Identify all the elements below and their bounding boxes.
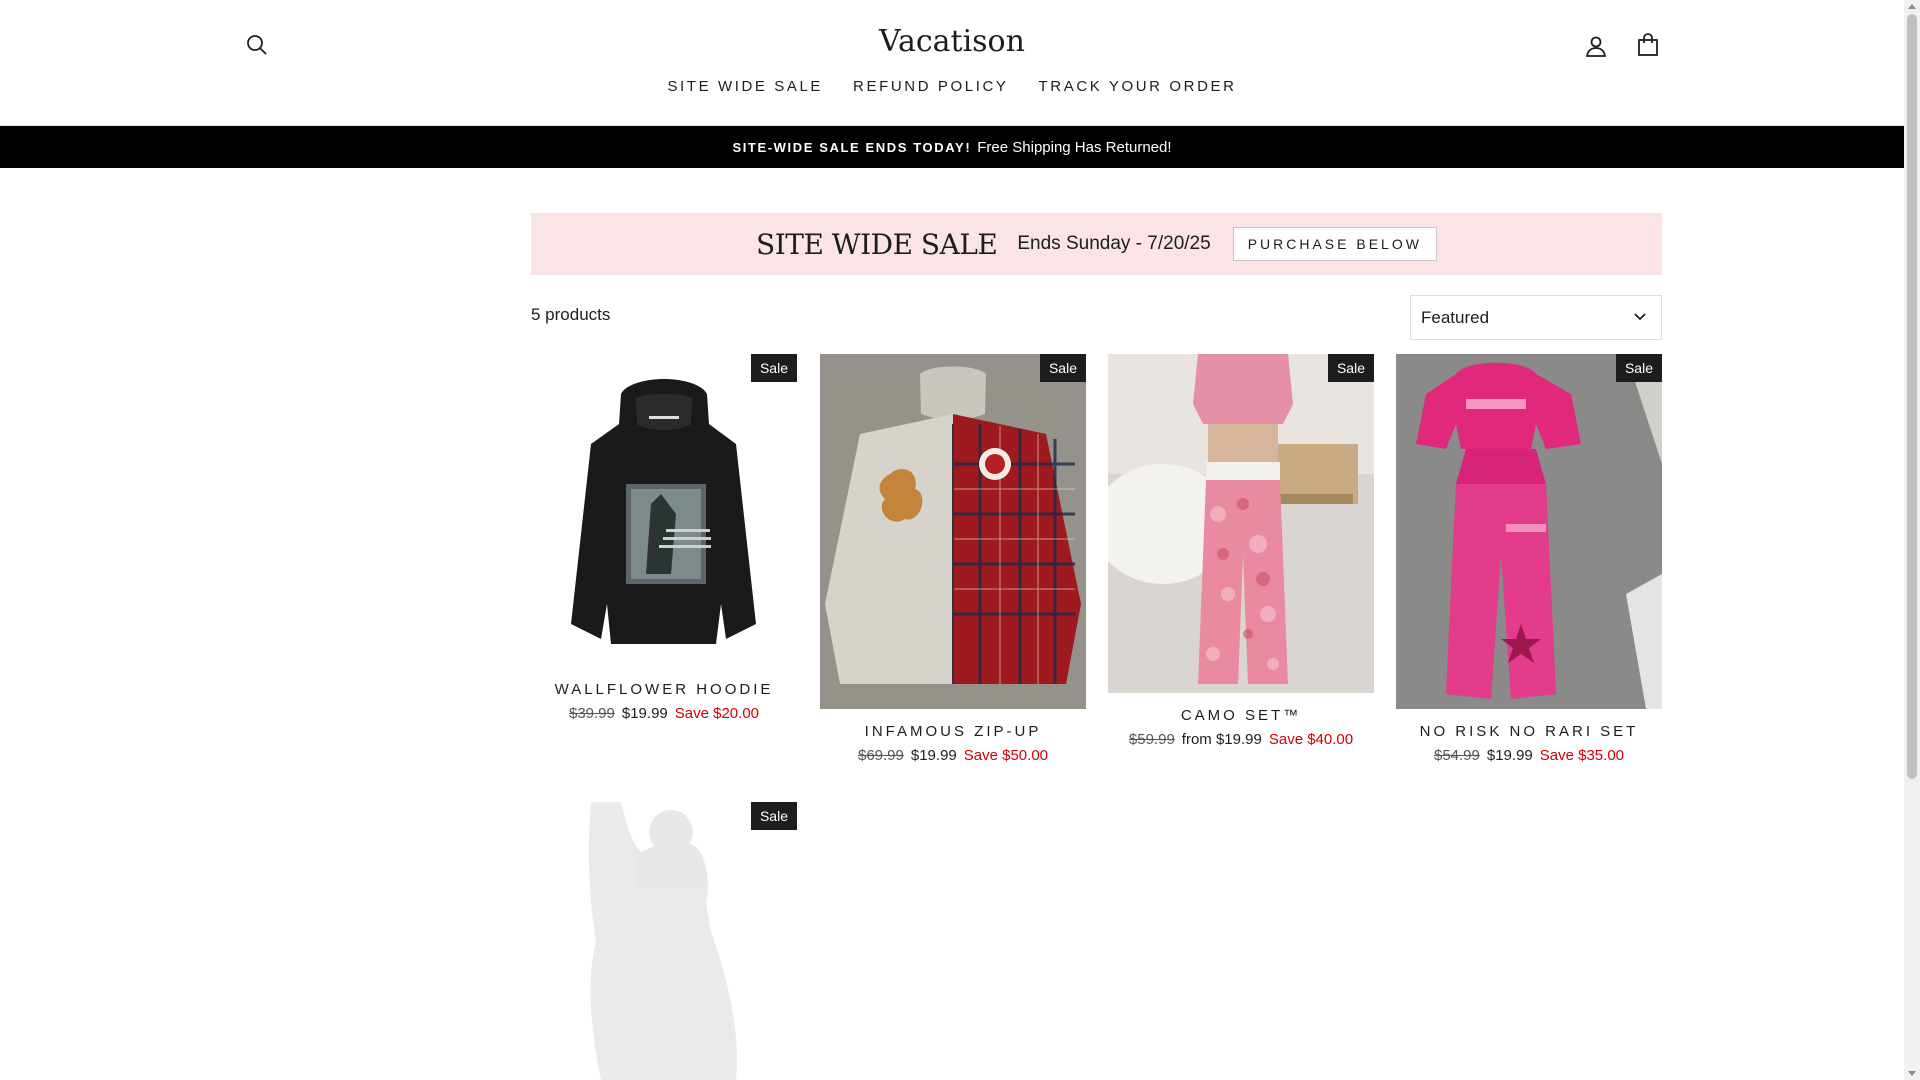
regular-price: $59.99: [1128, 731, 1175, 748]
sale-badge: Sale: [750, 354, 797, 382]
sale-badge: Sale: [1615, 354, 1662, 382]
product-image[interactable]: Sale: [1108, 354, 1374, 693]
product-card[interactable]: Sale INFAMOUS ZIP-UP $69.99 $19.99 Save $5…: [820, 354, 1086, 764]
product-name[interactable]: WALLFLOWER HOODIE: [531, 681, 797, 698]
save-amount: Save $20.00: [674, 705, 760, 722]
product-name[interactable]: NO RISK NO RARI SET: [1396, 723, 1662, 740]
sale-price: from $19.99: [1181, 731, 1262, 748]
product-prices: $54.99 $19.99 Save $35.00: [1396, 747, 1662, 764]
announcement-strong: SITE-WIDE SALE ENDS TODAY!: [732, 139, 972, 155]
cart-icon[interactable]: [1631, 28, 1665, 62]
nav-refund-policy[interactable]: REFUND POLICY: [853, 78, 1009, 95]
product-card[interactable]: Sale WALLFLOWER HOODIE $39.99 $19.99 Save …: [531, 354, 797, 722]
site-logo[interactable]: Vacatison: [0, 24, 1904, 59]
sort-select[interactable]: Featured: [1410, 295, 1662, 340]
scroll-down-arrow-icon[interactable]: [1908, 1071, 1916, 1076]
sale-price: $19.99: [1486, 747, 1533, 764]
product-card[interactable]: Sale: [531, 802, 797, 1080]
product-name[interactable]: INFAMOUS ZIP-UP: [820, 723, 1086, 740]
nav-track-your-order[interactable]: TRACK YOUR ORDER: [1039, 78, 1237, 95]
account-icon[interactable]: [1579, 29, 1613, 63]
main-nav: SITE WIDE SALE REFUND POLICY TRACK YOUR …: [0, 78, 1904, 95]
scrollbar-thumb[interactable]: [1907, 14, 1917, 779]
sale-banner: SITE WIDE SALE Ends Sunday - 7/20/25 PUR…: [531, 213, 1662, 275]
banner-title: SITE WIDE SALE: [756, 227, 998, 261]
site-header: Vacatison SITE WIDE SALE REFUND POLICY T…: [0, 0, 1904, 126]
product-card[interactable]: Sale CAMO SET™ $59.99 from $19.99 Save $40…: [1108, 354, 1374, 748]
product-name[interactable]: CAMO SET™: [1108, 707, 1374, 724]
sale-badge: Sale: [750, 802, 797, 830]
purchase-below-button[interactable]: PURCHASE BELOW: [1232, 227, 1437, 261]
product-image[interactable]: Sale: [1396, 354, 1662, 709]
announcement-text: Free Shipping Has Returned!: [977, 138, 1172, 156]
sale-price: $19.99: [621, 705, 668, 722]
sale-badge: Sale: [1039, 354, 1086, 382]
regular-price: $69.99: [857, 747, 904, 764]
save-amount: Save $50.00: [963, 747, 1049, 764]
sale-badge: Sale: [1327, 354, 1374, 382]
banner-subtitle: Ends Sunday - 7/20/25: [1017, 233, 1211, 254]
product-prices: $69.99 $19.99 Save $50.00: [820, 747, 1086, 764]
scroll-up-arrow-icon[interactable]: [1908, 4, 1916, 9]
save-amount: Save $40.00: [1268, 731, 1354, 748]
save-amount: Save $35.00: [1539, 747, 1625, 764]
page-scrollbar[interactable]: [1904, 0, 1920, 1080]
product-image[interactable]: Sale: [531, 802, 797, 1080]
regular-price: $54.99: [1433, 747, 1480, 764]
product-count: 5 products: [531, 305, 611, 324]
product-prices: $59.99 from $19.99 Save $40.00: [1108, 731, 1374, 748]
sale-price: $19.99: [910, 747, 957, 764]
nav-site-wide-sale[interactable]: SITE WIDE SALE: [667, 78, 823, 95]
announcement-bar: SITE-WIDE SALE ENDS TODAY! Free Shipping…: [0, 126, 1904, 168]
regular-price: $39.99: [568, 705, 615, 722]
product-card[interactable]: Sale NO RISK NO RARI SET $54.99 $19.99 Sav…: [1396, 354, 1662, 764]
product-image[interactable]: Sale: [531, 354, 797, 667]
sort-selected-value: Featured: [1421, 307, 1490, 327]
chevron-down-icon: [1634, 313, 1646, 321]
product-image[interactable]: Sale: [820, 354, 1086, 709]
product-prices: $39.99 $19.99 Save $20.00: [531, 705, 797, 722]
